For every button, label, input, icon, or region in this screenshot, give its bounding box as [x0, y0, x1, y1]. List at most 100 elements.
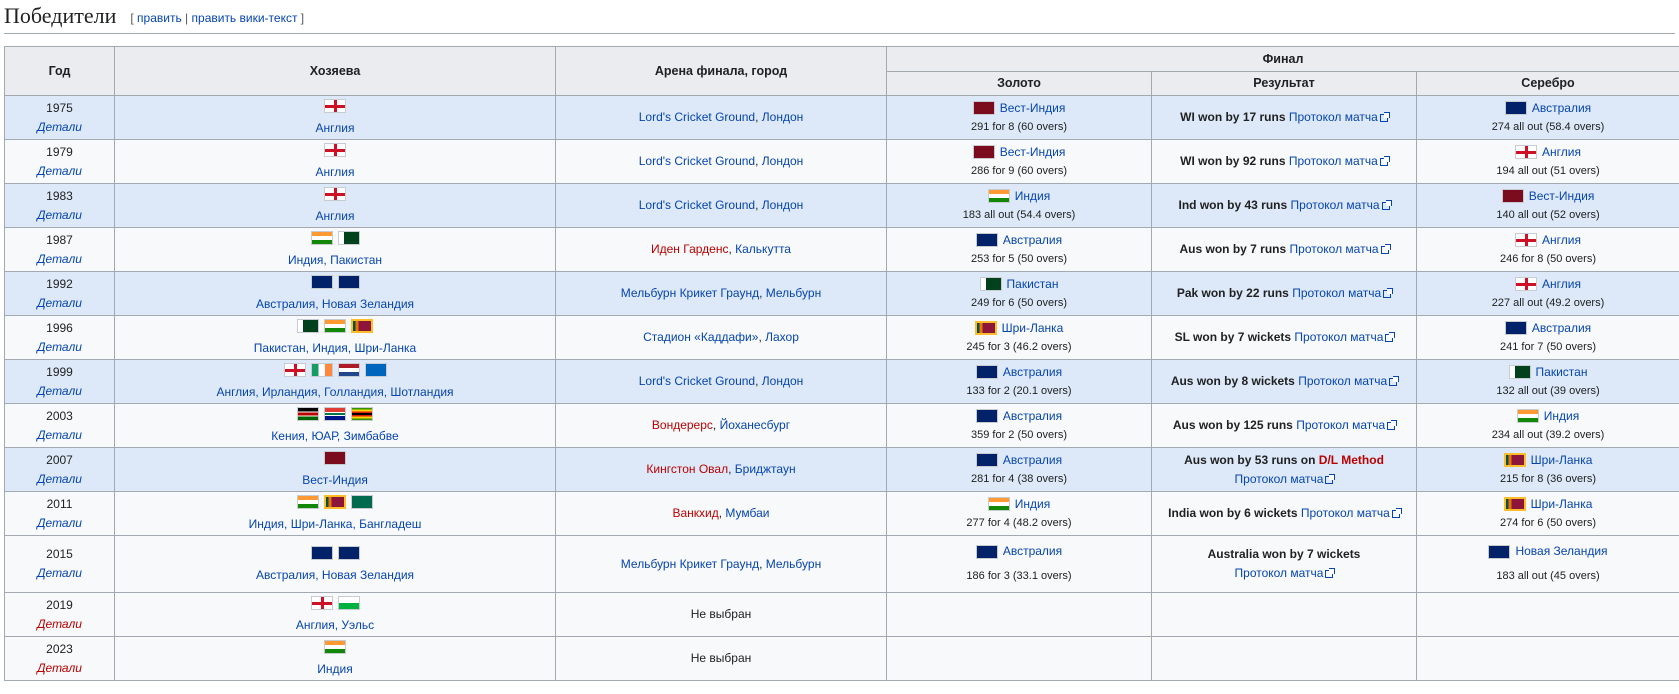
city-link[interactable]: Лондон	[762, 110, 803, 124]
protocol-link[interactable]: Протокол матча	[1235, 566, 1324, 580]
gold-team-link[interactable]: Шри-Ланка	[1002, 321, 1064, 335]
silver-team-link[interactable]: Новая Зеландия	[1515, 544, 1607, 558]
result-cell	[1151, 636, 1417, 681]
result-text: Aus won by 7 runs	[1179, 242, 1287, 256]
external-link-icon	[1383, 288, 1394, 298]
gold-team-link[interactable]: Австралия	[1003, 365, 1062, 379]
section-heading: Победители [ править | править вики-текс…	[4, 0, 1675, 34]
city-link[interactable]: Лондон	[762, 154, 803, 168]
protocol-link[interactable]: Протокол матча	[1289, 154, 1378, 168]
flag-india-icon	[297, 495, 319, 510]
protocol-link[interactable]: Протокол матча	[1298, 374, 1387, 388]
details-link[interactable]: Детали	[9, 294, 110, 313]
silver-team-link[interactable]: Англия	[1542, 277, 1581, 291]
silver-team-link[interactable]: Индия	[1544, 409, 1579, 423]
city-link[interactable]: Мумбаи	[725, 506, 769, 520]
details-link[interactable]: Детали	[9, 514, 110, 533]
venue-link[interactable]: Кингстон Овал	[646, 462, 728, 476]
flag-west-indies-icon	[972, 145, 995, 160]
details-link[interactable]: Детали	[9, 162, 110, 181]
silver-team-link[interactable]: Шри-Ланка	[1531, 497, 1593, 511]
details-link[interactable]: Детали	[9, 659, 110, 678]
hosts-link[interactable]: Индия, Шри-Ланка, Бангладеш	[119, 515, 551, 534]
gold-team-link[interactable]: Индия	[1015, 497, 1050, 511]
city-link[interactable]: Йоханесбург	[720, 418, 791, 432]
silver-team-link[interactable]: Пакистан	[1536, 365, 1588, 379]
details-link[interactable]: Детали	[9, 564, 110, 583]
gold-team-link[interactable]: Австралия	[1003, 409, 1062, 423]
city-link[interactable]: Мельбурн	[766, 557, 821, 571]
details-link[interactable]: Детали	[9, 615, 110, 634]
result-cell: Aus won by 8 wickets Протокол матча	[1151, 359, 1417, 404]
silver-team-link[interactable]: Англия	[1542, 145, 1581, 159]
details-link[interactable]: Детали	[9, 118, 110, 137]
silver-score: 274 all out (58.4 overs)	[1491, 120, 1605, 133]
venue-link[interactable]: Lord's Cricket Ground	[639, 374, 755, 388]
hosts-link[interactable]: Австралия, Новая Зеландия	[119, 295, 551, 314]
gold-team-link[interactable]: Индия	[1015, 189, 1050, 203]
venue-link[interactable]: Ванкхид	[672, 506, 718, 520]
venue-link[interactable]: Стадион «Каддафи»	[643, 330, 758, 344]
silver-team-link[interactable]: Шри-Ланка	[1531, 453, 1593, 467]
protocol-link[interactable]: Протокол матча	[1289, 110, 1378, 124]
hosts-link[interactable]: Англия, Уэльс	[119, 616, 551, 635]
year-cell: 1999 Детали	[4, 359, 115, 404]
hosts-link[interactable]: Англия	[119, 119, 551, 138]
details-link[interactable]: Детали	[9, 206, 110, 225]
details-link[interactable]: Детали	[9, 338, 110, 357]
venue-cell: Не выбран	[555, 636, 887, 681]
venue-link[interactable]: Мельбурн Крикет Граунд	[621, 557, 759, 571]
venue-link[interactable]: Lord's Cricket Ground	[639, 154, 755, 168]
venue-link[interactable]: Вондерерс	[652, 418, 713, 432]
gold-team-link[interactable]: Вест-Индия	[1000, 145, 1066, 159]
gold-team-link[interactable]: Пакистан	[1007, 277, 1059, 291]
hosts-cell: Англия, Уэльс	[114, 592, 556, 637]
result-cell: WI won by 92 runs Протокол матча	[1151, 139, 1417, 184]
protocol-link[interactable]: Протокол матча	[1294, 330, 1383, 344]
city-link[interactable]: Бриджтаун	[735, 462, 796, 476]
edit-link[interactable]: править	[137, 11, 182, 25]
external-link-icon	[1379, 156, 1390, 166]
hosts-link[interactable]: Англия	[119, 163, 551, 182]
protocol-link[interactable]: Протокол матча	[1235, 472, 1324, 486]
hosts-link[interactable]: Англия	[119, 207, 551, 226]
flag-scotland-icon	[364, 363, 387, 378]
year: 2023	[46, 641, 73, 656]
silver-team-link[interactable]: Вест-Индия	[1529, 189, 1595, 203]
edit-wikitext-link[interactable]: править вики-текст	[192, 11, 298, 25]
hosts-link[interactable]: Австралия, Новая Зеландия	[119, 566, 551, 585]
details-link[interactable]: Детали	[9, 426, 110, 445]
details-link[interactable]: Детали	[9, 470, 110, 489]
protocol-link[interactable]: Протокол матча	[1296, 418, 1385, 432]
hosts-link[interactable]: Индия, Пакистан	[119, 251, 551, 270]
hosts-link[interactable]: Индия	[119, 660, 551, 679]
silver-team-link[interactable]: Австралия	[1532, 101, 1591, 115]
gold-team-link[interactable]: Вест-Индия	[1000, 101, 1066, 115]
details-link[interactable]: Детали	[9, 250, 110, 269]
venue-link[interactable]: Иден Гарденс	[651, 242, 728, 256]
details-link[interactable]: Детали	[9, 382, 110, 401]
flag-sri-lanka-icon	[351, 319, 373, 334]
gold-team-link[interactable]: Австралия	[1003, 233, 1062, 247]
venue-link[interactable]: Lord's Cricket Ground	[639, 198, 755, 212]
gold-team-link[interactable]: Австралия	[1003, 544, 1062, 558]
hosts-link[interactable]: Англия, Ирландия, Голландия, Шотландия	[119, 383, 551, 402]
dl-method-link[interactable]: D/L Method	[1319, 453, 1384, 467]
venue-link[interactable]: Мельбурн Крикет Граунд	[621, 286, 759, 300]
city-link[interactable]: Мельбурн	[766, 286, 821, 300]
protocol-link[interactable]: Протокол матча	[1292, 286, 1381, 300]
protocol-link[interactable]: Протокол матча	[1301, 506, 1390, 520]
city-link[interactable]: Лондон	[762, 198, 803, 212]
protocol-link[interactable]: Протокол матча	[1291, 198, 1380, 212]
silver-team-link[interactable]: Англия	[1542, 233, 1581, 247]
venue-link[interactable]: Lord's Cricket Ground	[639, 110, 755, 124]
gold-team-link[interactable]: Австралия	[1003, 453, 1062, 467]
hosts-link[interactable]: Пакистан, Индия, Шри-Ланка	[119, 339, 551, 358]
city-link[interactable]: Лахор	[765, 330, 799, 344]
city-link[interactable]: Калькутта	[735, 242, 791, 256]
protocol-link[interactable]: Протокол матча	[1290, 242, 1379, 256]
silver-team-link[interactable]: Австралия	[1532, 321, 1591, 335]
hosts-link[interactable]: Вест-Индия	[119, 471, 551, 490]
hosts-link[interactable]: Кения, ЮАР, Зимбабве	[119, 427, 551, 446]
city-link[interactable]: Лондон	[762, 374, 803, 388]
